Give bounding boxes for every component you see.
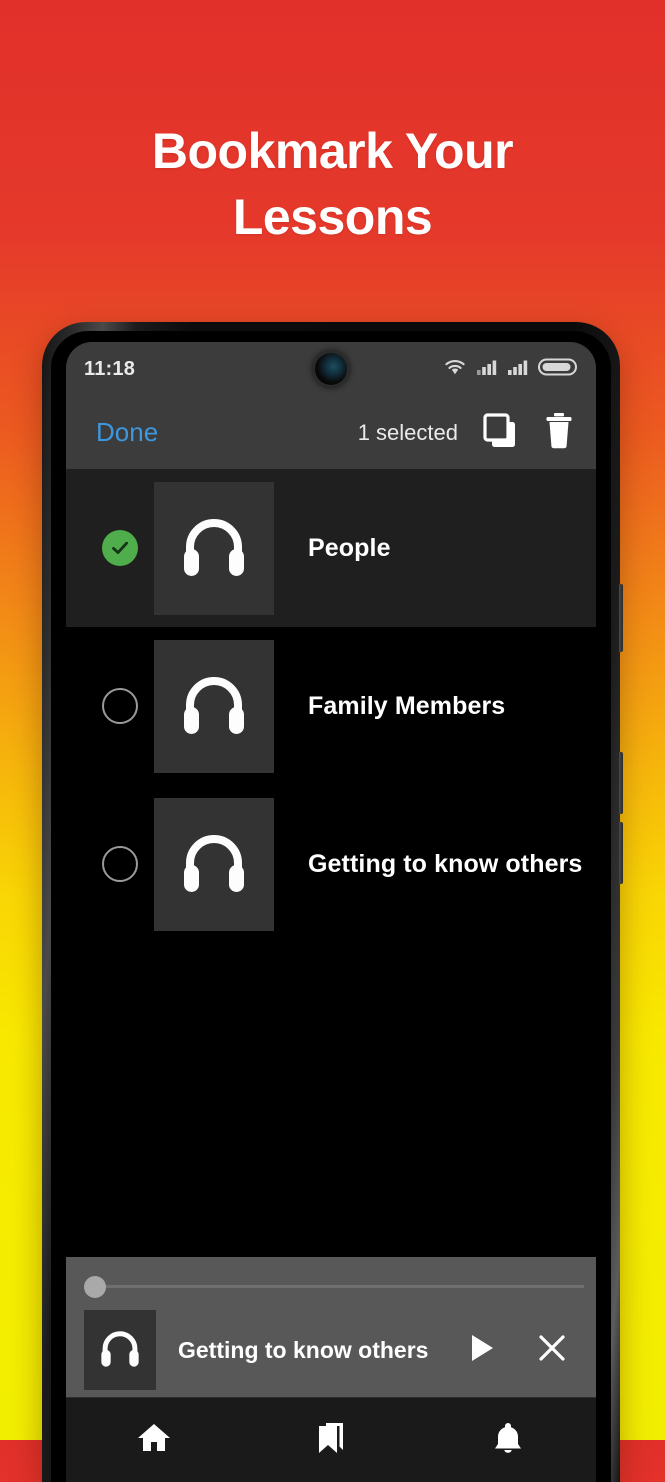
lesson-title: Family Members: [308, 691, 506, 720]
done-button[interactable]: Done: [86, 417, 158, 448]
nav-item-bookmarks[interactable]: [243, 1398, 420, 1482]
bell-icon: [489, 1419, 527, 1462]
lesson-thumbnail: [154, 639, 274, 773]
selection-toolbar: Done 1 selected: [66, 396, 596, 469]
status-bar-clock: 11:18: [84, 357, 136, 380]
play-icon[interactable]: [468, 1332, 496, 1369]
status-bar: 11:18: [66, 342, 596, 396]
lesson-title: People: [308, 533, 391, 562]
battery-icon: [538, 357, 578, 382]
nav-item-notifications[interactable]: [419, 1398, 596, 1482]
circle-outline-icon: [102, 846, 138, 882]
front-camera-icon: [315, 353, 347, 385]
headphones-icon: [177, 509, 251, 588]
wifi-icon: [443, 358, 467, 381]
row-checkbox[interactable]: [86, 530, 154, 566]
signal-icon: [507, 358, 529, 381]
seek-thumb[interactable]: [84, 1276, 106, 1298]
bookmark-icon: [312, 1419, 350, 1462]
mini-player: Getting to know others: [66, 1254, 596, 1397]
player-track-title: Getting to know others: [178, 1336, 429, 1363]
nav-item-home[interactable]: [66, 1398, 243, 1482]
headphones-icon: [177, 667, 251, 746]
volume-down-button[interactable]: [619, 822, 623, 884]
headline-line-2: Lessons: [232, 189, 433, 245]
signal-icon: [476, 358, 498, 381]
phone-screen: 11:18 Done 1 selected People Family Memb…: [66, 342, 596, 1482]
row-checkbox[interactable]: [86, 688, 154, 724]
table-row[interactable]: Family Members: [66, 627, 596, 785]
phone-mockup: 11:18 Done 1 selected People Family Memb…: [42, 322, 623, 1482]
power-button[interactable]: [619, 584, 623, 652]
circle-outline-icon: [102, 688, 138, 724]
home-icon: [135, 1419, 173, 1462]
selected-count-label: 1 selected: [357, 419, 458, 445]
toolbar-actions: 1 selected: [358, 410, 576, 455]
seek-track: [88, 1285, 584, 1288]
player-controls: [468, 1332, 578, 1369]
mini-player-body: Getting to know others: [66, 1310, 596, 1390]
row-checkbox[interactable]: [86, 846, 154, 882]
player-thumbnail: [84, 1310, 156, 1390]
seek-bar[interactable]: [66, 1276, 596, 1298]
status-bar-icons: [443, 357, 578, 382]
lesson-thumbnail: [154, 797, 274, 931]
headline-line-1: Bookmark Your: [151, 123, 514, 179]
lesson-thumbnail: [154, 481, 274, 615]
table-row[interactable]: People: [66, 469, 596, 627]
trash-icon[interactable]: [542, 410, 576, 455]
headphones-icon: [97, 1325, 143, 1376]
table-row[interactable]: Getting to know others: [66, 785, 596, 943]
promo-headline: Bookmark Your Lessons: [0, 118, 665, 250]
lesson-list: People Family Members Getting to know ot…: [66, 469, 596, 943]
close-icon[interactable]: [536, 1332, 568, 1369]
copy-icon[interactable]: [480, 410, 520, 455]
lesson-title: Getting to know others: [308, 849, 583, 878]
volume-up-button[interactable]: [619, 752, 623, 814]
headphones-icon: [177, 825, 251, 904]
check-circle-icon: [102, 530, 138, 566]
